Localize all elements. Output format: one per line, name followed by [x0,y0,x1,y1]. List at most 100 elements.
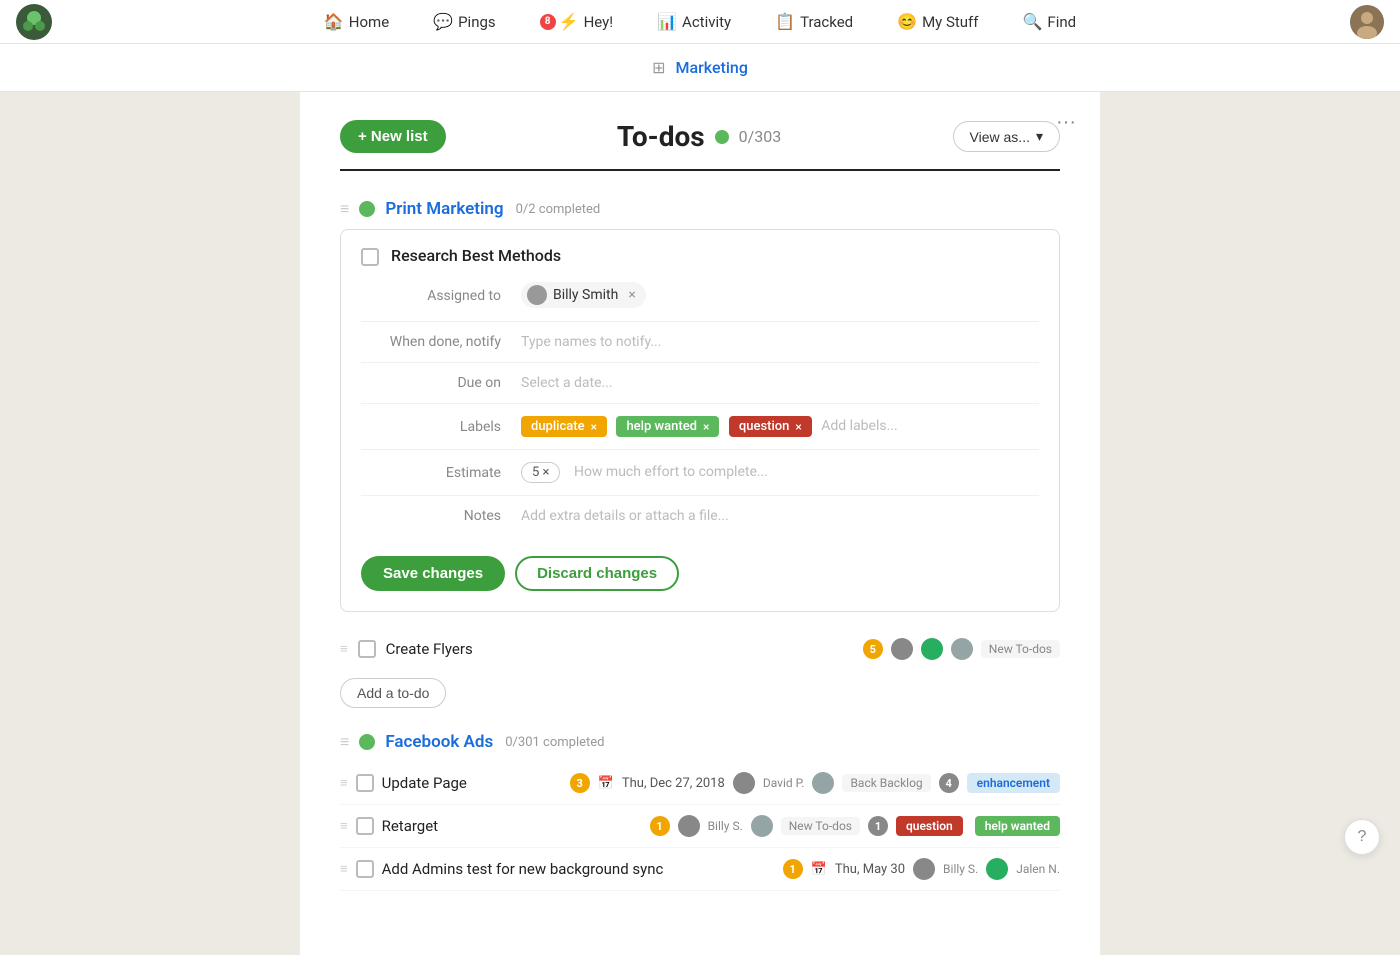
david-avatar [733,772,755,794]
home-icon: 🏠 [324,12,344,31]
section-divider [340,169,1060,171]
flyers-location-tag: New To-dos [981,640,1060,658]
view-as-button[interactable]: View as... ▾ [953,121,1060,152]
drag-handle-icon[interactable]: ≡ [340,641,348,657]
due-date-input[interactable]: Select a date... [521,375,1039,391]
user-avatar[interactable] [1350,5,1384,39]
nav-tracked[interactable]: 📋 Tracked [769,8,859,35]
fb-status-dot [359,734,375,750]
remove-label-help-wanted[interactable]: × [703,420,709,434]
notes-row: Notes Add extra details or attach a file… [361,508,1039,536]
retarget-meta: 1 Billy S. New To-dos 1 question help wa… [650,815,1060,837]
labels-field: duplicate × help wanted × question × [521,416,1039,437]
label-question[interactable]: question × [729,416,812,437]
retarget-count: 1 [650,816,670,836]
update-location: Back Backlog [842,774,930,792]
title-text: To-dos [617,120,705,153]
notes-input[interactable]: Add extra details or attach a file... [521,508,1039,524]
update-page-checkbox[interactable] [356,774,374,792]
drag-handle-icon[interactable]: ≡ [340,199,349,219]
notify-label: When done, notify [361,334,521,350]
assigned-to-row: Assigned to Billy Smith × [361,282,1039,322]
notify-row: When done, notify Type names to notify..… [361,334,1039,363]
list-completed-count: 0/2 completed [516,202,601,217]
nav-pings-label: Pings [458,13,496,31]
action-buttons: Save changes Discard changes [361,556,1039,591]
nav-mystuff[interactable]: 😊 My Stuff [891,8,984,35]
drag-handle-icon[interactable]: ≡ [340,818,348,834]
title-count: 0/303 [739,127,782,146]
assignee-avatar-nick [921,638,943,660]
project-name: Marketing [675,58,747,77]
flyers-count-badge: 5 [863,639,883,659]
retarget-location: New To-dos [781,817,860,835]
add-todo-button[interactable]: Add a to-do [340,678,446,708]
add-admins-label: Add Admins test for new background sync [382,860,775,878]
remove-label-question[interactable]: × [795,420,801,434]
assignee-name: Billy Smith [553,287,618,303]
nav-tracked-label: Tracked [800,13,853,31]
location-count: 4 [939,773,959,793]
help-button[interactable]: ? [1344,819,1380,855]
enhancement-tag: enhancement [967,773,1060,793]
todo-title: Research Best Methods [391,246,561,265]
assignee-chip[interactable]: Billy Smith × [521,282,646,308]
label-duplicate[interactable]: duplicate × [521,416,607,437]
assignee-field: Billy Smith × [521,282,1039,309]
add-label-button[interactable]: Add labels... [821,418,897,434]
nav-find-label: Find [1047,13,1076,31]
jalen-name: Jalen N. [1016,862,1060,876]
billy-retarget-avatar [678,815,700,837]
hey-badge-count: 8 [540,14,556,30]
label-duplicate-text: duplicate [531,419,585,434]
drag-handle-icon[interactable]: ≡ [340,732,349,752]
print-marketing-section: ≡ Print Marketing 0/2 completed Research… [340,199,1060,708]
discard-changes-button[interactable]: Discard changes [515,556,679,591]
new-list-button[interactable]: + New list [340,120,446,153]
update-page-meta: 3 📅 Thu, Dec 27, 2018 David P. Back Back… [570,772,1060,794]
drag-handle-icon[interactable]: ≡ [340,775,348,791]
remove-label-duplicate[interactable]: × [591,420,597,434]
estimate-placeholder: How much effort to complete... [574,464,768,480]
remove-assignee-button[interactable]: × [628,287,635,303]
nav-hey[interactable]: 8 ⚡ Hey! [534,8,619,35]
retarget-checkbox[interactable] [356,817,374,835]
page-title: To-dos 0/303 [617,120,781,153]
update-page-item: ≡ Update Page 3 📅 Thu, Dec 27, 2018 Davi… [340,762,1060,805]
update-page-count: 3 [570,773,590,793]
notify-input[interactable]: Type names to notify... [521,334,1039,350]
assigned-to-label: Assigned to [361,288,521,304]
nav-mystuff-label: My Stuff [922,13,978,31]
add-admins-meta: 1 📅 Thu, May 30 Billy S. Jalen N. [783,858,1060,880]
todo-checkbox[interactable] [361,248,379,266]
fb-list-title[interactable]: Facebook Ads [385,732,493,752]
todo-header-row: Research Best Methods [361,246,1039,266]
grid-icon: ⊞ [652,58,665,77]
label-help-wanted[interactable]: help wanted × [616,416,719,437]
estimate-chip[interactable]: 5 × [521,462,560,483]
nav-activity[interactable]: 📊 Activity [651,8,737,35]
save-changes-button[interactable]: Save changes [361,556,505,591]
page-title-section: + New list To-dos 0/303 View as... ▾ [340,92,1060,169]
fb-section-header: ≡ Facebook Ads 0/301 completed [340,732,1060,752]
project-header[interactable]: ⊞ Marketing [0,44,1400,92]
view-as-label: View as... [970,129,1030,145]
jalen-avatar [986,858,1008,880]
nav-pings[interactable]: 💬 Pings [427,8,501,35]
labels-label: Labels [361,419,521,435]
add-admins-checkbox[interactable] [356,860,374,878]
add-admins-date: Thu, May 30 [835,862,905,877]
retarget-location-icon [751,815,773,837]
app-logo[interactable] [16,4,52,40]
help-wanted-tag: help wanted [975,816,1060,836]
status-dot [715,130,729,144]
nav-hey-label: Hey! [584,13,614,31]
todo-item-meta: 5 New To-dos [863,638,1060,660]
todo-item-checkbox[interactable] [358,640,376,658]
more-options-button[interactable]: ··· [1048,104,1084,140]
activity-icon: 📊 [657,12,677,31]
list-title-link[interactable]: Print Marketing [385,199,503,219]
find-icon: 🔍 [1023,12,1043,31]
nav-find[interactable]: 🔍 Find [1017,8,1083,35]
nav-home[interactable]: 🏠 Home [318,8,395,35]
